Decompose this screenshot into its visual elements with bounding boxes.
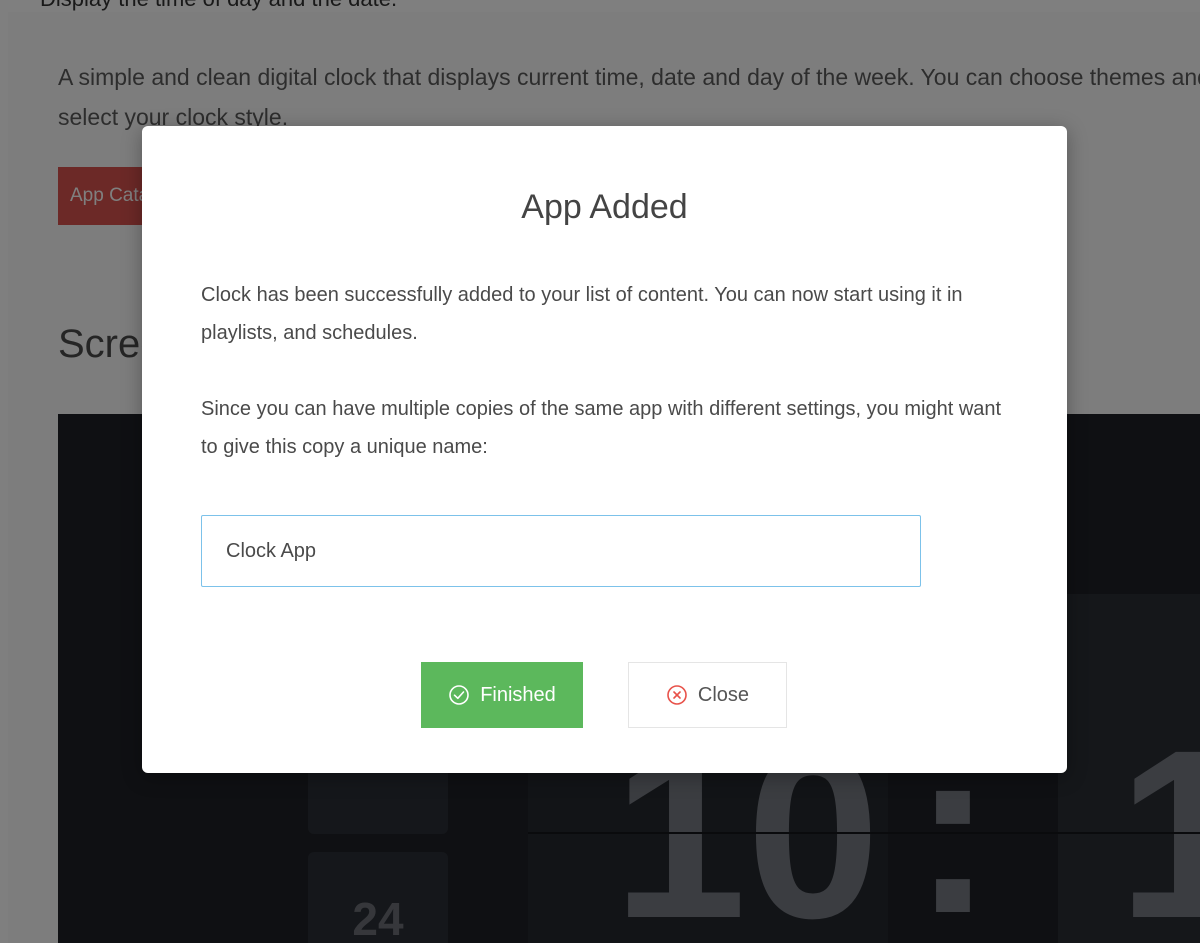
finished-button-label: Finished (480, 683, 556, 706)
app-name-input[interactable] (201, 515, 921, 587)
dialog-body: Clock has been successfully added to you… (201, 276, 1021, 466)
page: Display the time of day and the date. A … (0, 0, 1200, 943)
check-circle-icon (448, 684, 470, 706)
dialog-message-rename-hint: Since you can have multiple copies of th… (201, 398, 1002, 458)
close-button-label: Close (697, 683, 750, 706)
finished-button[interactable]: Finished (421, 662, 583, 728)
dialog-message-success: Clock has been successfully added to you… (201, 284, 963, 344)
dialog-title: App Added (521, 188, 688, 226)
x-circle-icon (666, 684, 688, 706)
close-button[interactable]: Close (628, 662, 787, 728)
app-added-dialog: App Added Clock has been successfully ad… (142, 126, 1067, 773)
